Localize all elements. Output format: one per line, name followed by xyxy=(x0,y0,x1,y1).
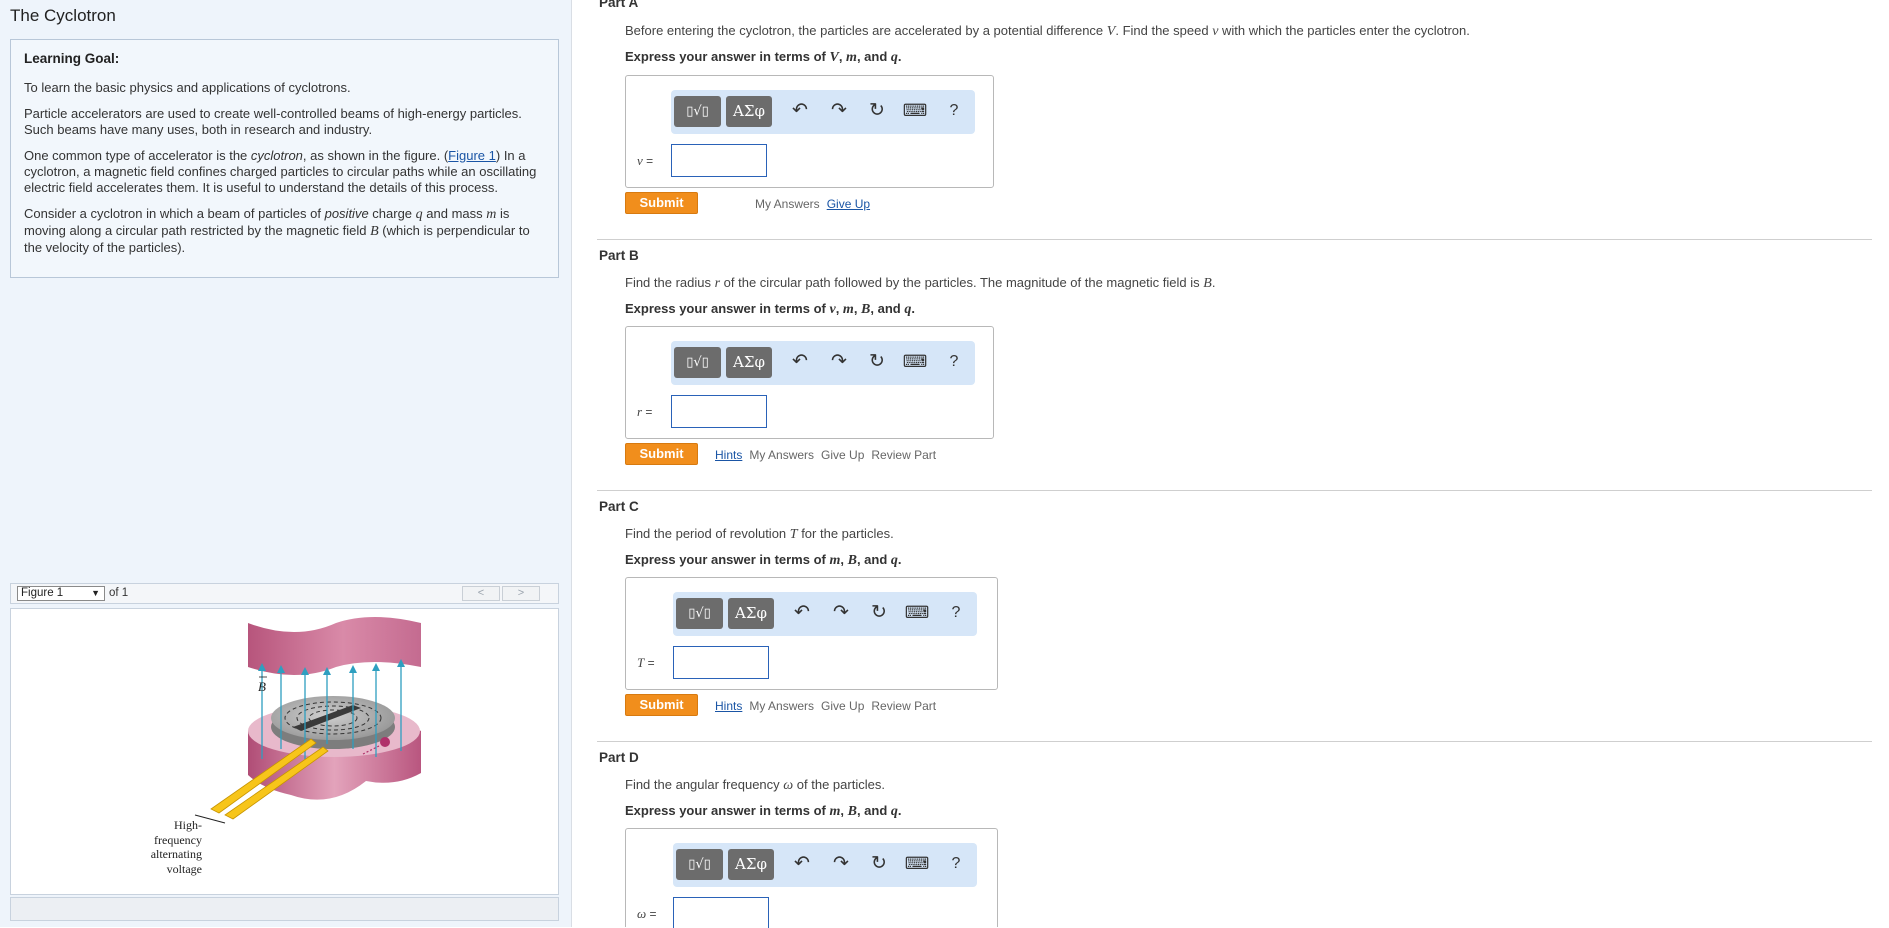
part-a-answer-input[interactable] xyxy=(671,144,767,177)
part-b-review-part[interactable]: Review Part xyxy=(871,448,936,462)
part-d-question: Find the angular frequency ω of the part… xyxy=(625,777,885,793)
part-a-links: My Answers Give Up xyxy=(755,197,877,211)
part-b-answer-label: r = xyxy=(637,404,653,419)
part-c-answer-label: T = xyxy=(637,655,655,670)
math-toolbar: ▯√▯ ΑΣφ ↶ ↷ ↻ ⌨ ? xyxy=(671,341,975,385)
undo-icon[interactable]: ↶ xyxy=(787,349,813,375)
symbols-button[interactable]: ΑΣφ xyxy=(728,598,774,629)
divider xyxy=(597,741,1872,742)
figure-select[interactable]: Figure 1 ▼ xyxy=(17,586,105,601)
figure-1-link[interactable]: Figure 1 xyxy=(448,148,496,163)
part-b-submit-button[interactable]: Submit xyxy=(625,443,698,465)
part-b-hints-link[interactable]: Hints xyxy=(715,448,742,462)
left-panel: The Cyclotron Learning Goal: To learn th… xyxy=(0,0,572,927)
cyclotron-figure: B xyxy=(194,617,421,824)
reset-icon[interactable]: ↻ xyxy=(866,600,892,626)
part-c-give-up[interactable]: Give Up xyxy=(821,699,864,713)
reset-icon[interactable]: ↻ xyxy=(864,98,890,124)
templates-button[interactable]: ▯√▯ xyxy=(674,96,721,127)
learning-goal-box: Learning Goal: To learn the basic physic… xyxy=(10,39,559,278)
goal-paragraph-2: Particle accelerators are used to create… xyxy=(24,106,522,137)
part-c-review-part[interactable]: Review Part xyxy=(871,699,936,713)
redo-icon[interactable]: ↷ xyxy=(828,600,854,626)
templates-button[interactable]: ▯√▯ xyxy=(676,598,723,629)
part-d-answer-input[interactable] xyxy=(673,897,769,928)
part-d-answer-label: ω = xyxy=(637,906,657,921)
part-a-answer-label: v = xyxy=(637,153,654,168)
help-icon[interactable]: ? xyxy=(943,851,969,877)
keyboard-icon[interactable]: ⌨ xyxy=(902,98,928,124)
part-c-express: Express your answer in terms of m, B, an… xyxy=(625,552,902,568)
symbols-button[interactable]: ΑΣφ xyxy=(726,96,772,127)
math-toolbar: ▯√▯ ΑΣφ ↶ ↷ ↻ ⌨ ? xyxy=(671,90,975,134)
keyboard-icon[interactable]: ⌨ xyxy=(904,851,930,877)
part-a-give-up-link[interactable]: Give Up xyxy=(827,197,870,211)
templates-button[interactable]: ▯√▯ xyxy=(676,849,723,880)
part-b-title: Part B xyxy=(599,248,639,263)
templates-button[interactable]: ▯√▯ xyxy=(674,347,721,378)
undo-icon[interactable]: ↶ xyxy=(789,851,815,877)
divider xyxy=(597,490,1872,491)
goal-paragraph-3: One common type of accelerator is the cy… xyxy=(24,148,537,195)
part-c-submit-button[interactable]: Submit xyxy=(625,694,698,716)
part-a-my-answers[interactable]: My Answers xyxy=(755,197,820,211)
part-b-links: Hints My Answers Give Up Review Part xyxy=(715,448,943,462)
figure-toolbar: Figure 1 ▼ of 1 < > xyxy=(10,583,559,604)
goal-paragraph-4: Consider a cyclotron in which a beam of … xyxy=(24,206,530,255)
part-b-answer-input[interactable] xyxy=(671,395,767,428)
goal-paragraph-1: To learn the basic physics and applicati… xyxy=(24,80,351,95)
part-a-question: Before entering the cyclotron, the parti… xyxy=(625,23,1470,39)
part-b-express: Express your answer in terms of v, m, B,… xyxy=(625,301,915,317)
part-c-answer-input[interactable] xyxy=(673,646,769,679)
undo-icon[interactable]: ↶ xyxy=(789,600,815,626)
figure-panel: B xyxy=(10,608,559,895)
math-toolbar: ▯√▯ ΑΣφ ↶ ↷ ↻ ⌨ ? xyxy=(673,592,977,636)
keyboard-icon[interactable]: ⌨ xyxy=(902,349,928,375)
part-c-question: Find the period of revolution T for the … xyxy=(625,526,894,542)
figure-prev-button[interactable]: < xyxy=(462,586,500,601)
keyboard-icon[interactable]: ⌨ xyxy=(904,600,930,626)
part-b-answer-box: ▯√▯ ΑΣφ ↶ ↷ ↻ ⌨ ? r = xyxy=(625,326,994,439)
part-a-express: Express your answer in terms of V, m, an… xyxy=(625,49,902,65)
part-d-answer-box: ▯√▯ ΑΣφ ↶ ↷ ↻ ⌨ ? ω = xyxy=(625,828,998,928)
figure-footer xyxy=(10,897,559,921)
part-c-links: Hints My Answers Give Up Review Part xyxy=(715,699,943,713)
divider xyxy=(597,239,1872,240)
math-toolbar: ▯√▯ ΑΣφ ↶ ↷ ↻ ⌨ ? xyxy=(673,843,977,887)
part-d-title: Part D xyxy=(599,750,639,765)
part-c-answer-box: ▯√▯ ΑΣφ ↶ ↷ ↻ ⌨ ? T = xyxy=(625,577,998,690)
symbols-button[interactable]: ΑΣφ xyxy=(728,849,774,880)
part-d-express: Express your answer in terms of m, B, an… xyxy=(625,803,902,819)
part-b-give-up[interactable]: Give Up xyxy=(821,448,864,462)
redo-icon[interactable]: ↷ xyxy=(826,349,852,375)
undo-icon[interactable]: ↶ xyxy=(787,98,813,124)
part-a-title: Part A xyxy=(599,0,639,10)
part-a-answer-box: ▯√▯ ΑΣφ ↶ ↷ ↻ ⌨ ? v = xyxy=(625,75,994,188)
help-icon[interactable]: ? xyxy=(941,349,967,375)
figure-count: of 1 xyxy=(109,587,129,599)
part-b-question: Find the radius r of the circular path f… xyxy=(625,275,1216,291)
learning-goal-heading: Learning Goal: xyxy=(24,51,120,66)
help-icon[interactable]: ? xyxy=(941,98,967,124)
part-b-my-answers[interactable]: My Answers xyxy=(749,448,814,462)
reset-icon[interactable]: ↻ xyxy=(864,349,890,375)
part-c-my-answers[interactable]: My Answers xyxy=(749,699,814,713)
figure-next-button[interactable]: > xyxy=(502,586,540,601)
figure-caption: High-frequency alternating voltage xyxy=(150,818,202,876)
page-title: The Cyclotron xyxy=(10,6,116,25)
chevron-down-icon: ▼ xyxy=(91,588,100,598)
reset-icon[interactable]: ↻ xyxy=(866,851,892,877)
redo-icon[interactable]: ↷ xyxy=(828,851,854,877)
part-c-hints-link[interactable]: Hints xyxy=(715,699,742,713)
b-field-label: B xyxy=(258,679,266,694)
part-c-title: Part C xyxy=(599,499,639,514)
symbols-button[interactable]: ΑΣφ xyxy=(726,347,772,378)
part-a-submit-button[interactable]: Submit xyxy=(625,192,698,214)
help-icon[interactable]: ? xyxy=(943,600,969,626)
redo-icon[interactable]: ↷ xyxy=(826,98,852,124)
